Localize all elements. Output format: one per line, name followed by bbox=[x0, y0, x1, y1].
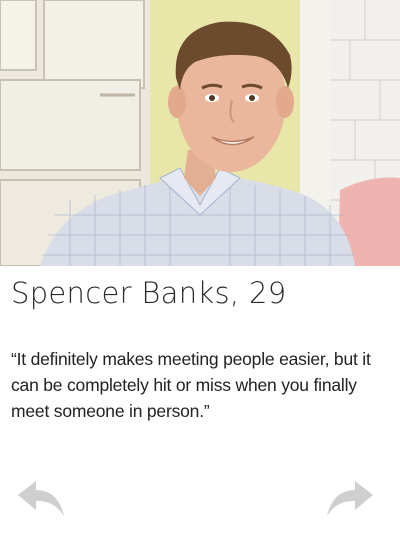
profile-photo-image bbox=[0, 0, 400, 266]
name-age-separator: , bbox=[229, 276, 249, 310]
profile-age: 29 bbox=[248, 276, 287, 310]
profile-quote: “It definitely makes meeting people easi… bbox=[11, 349, 371, 421]
profile-name: Spencer Banks bbox=[11, 276, 230, 310]
profile-name-age: Spencer Banks, 29 bbox=[11, 276, 286, 310]
forward-arrow-icon bbox=[327, 481, 373, 516]
previous-profile-button[interactable] bbox=[16, 478, 66, 520]
next-profile-button[interactable] bbox=[325, 478, 375, 520]
back-arrow-icon bbox=[18, 481, 64, 516]
profile-photo bbox=[0, 0, 400, 266]
